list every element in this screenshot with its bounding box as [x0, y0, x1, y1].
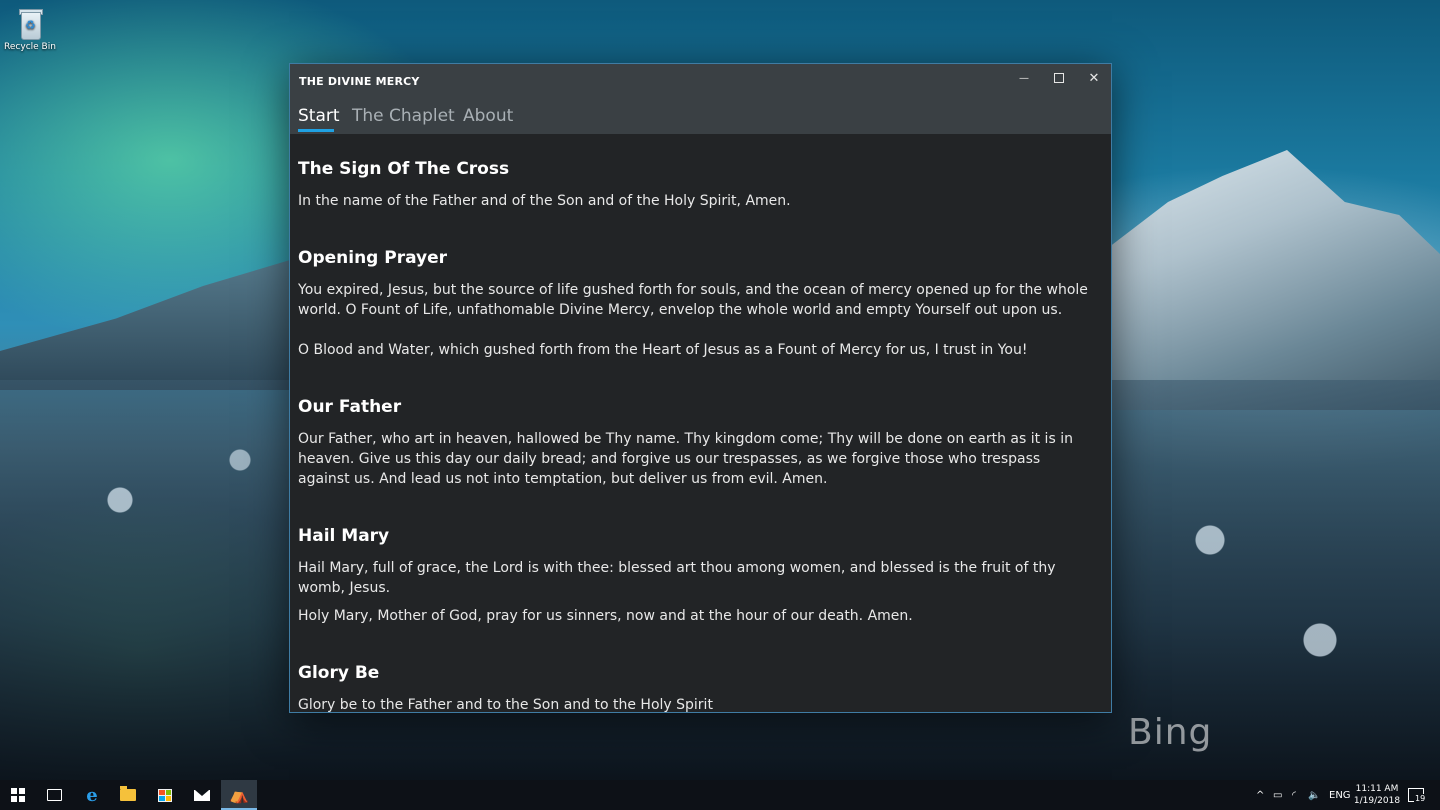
section-heading: Hail Mary	[298, 526, 390, 546]
battery-icon: ▭	[1273, 789, 1283, 801]
section-heading: Our Father	[298, 397, 402, 417]
content-scroll-area[interactable]: The Sign Of The Cross In the name of the…	[290, 134, 1111, 712]
desktop-icon-recycle-bin[interactable]: ♻ Recycle Bin	[4, 6, 56, 52]
start-button[interactable]	[0, 780, 36, 810]
file-explorer-button[interactable]	[110, 780, 146, 810]
wifi-icon: ◜	[1292, 789, 1296, 801]
tray-clock[interactable]: 11:11 AM 1/19/2018	[1352, 783, 1402, 807]
maximize-icon	[1054, 73, 1064, 83]
maximize-button[interactable]	[1042, 64, 1076, 92]
title-bar[interactable]: THE DIVINE MERCY — ✕	[290, 64, 1111, 98]
section-hail-mary: Hail Mary Hail Mary, full of grace, the …	[298, 526, 1088, 626]
divine-mercy-app-button[interactable]: ⛺	[221, 780, 257, 810]
minimize-button[interactable]: —	[1007, 64, 1041, 92]
section-paragraph: Hail Mary, full of grace, the Lord is wi…	[298, 560, 1056, 596]
edge-icon: e	[86, 784, 98, 806]
section-our-father: Our Father Our Father, who art in heaven…	[298, 397, 1088, 489]
section-heading: The Sign Of The Cross	[298, 159, 510, 179]
tray-language[interactable]: ENG	[1329, 780, 1351, 810]
wallpaper-mountain	[1100, 150, 1440, 410]
mail-button[interactable]	[184, 780, 220, 810]
section-heading: Glory Be	[298, 663, 380, 683]
tray-volume[interactable]: 🔈	[1308, 780, 1320, 810]
divine-mercy-app-icon: ⛺	[229, 784, 249, 804]
store-icon	[158, 788, 172, 802]
language-indicator: ENG	[1329, 789, 1351, 801]
app-window: THE DIVINE MERCY — ✕ Start The Chaplet A…	[289, 63, 1112, 713]
wallpaper-left-hill	[0, 260, 290, 390]
tab-bar: Start The Chaplet About	[290, 98, 1111, 134]
recycle-bin-icon: ♻	[15, 6, 45, 40]
tray-network[interactable]: ◜	[1292, 780, 1296, 810]
tray-show-hidden[interactable]: ^	[1256, 780, 1264, 810]
section-paragraph: O Blood and Water, which gushed forth fr…	[298, 342, 1028, 358]
clock-date: 1/19/2018	[1353, 796, 1401, 806]
tab-the-chaplet[interactable]: The Chaplet	[352, 106, 455, 126]
tray-battery[interactable]: ▭	[1273, 780, 1282, 810]
store-button[interactable]	[147, 780, 183, 810]
file-explorer-icon	[120, 786, 136, 801]
notification-count-badge: 19	[1414, 794, 1427, 803]
clock-time: 11:11 AM	[1355, 784, 1399, 794]
mail-icon	[194, 789, 210, 801]
task-view-button[interactable]	[36, 780, 72, 810]
active-tab-indicator	[298, 129, 334, 132]
section-sign-of-the-cross: The Sign Of The Cross In the name of the…	[298, 159, 1088, 211]
section-heading: Opening Prayer	[298, 248, 448, 268]
section-paragraph: Glory be to the Father and to the Son an…	[298, 697, 713, 712]
section-paragraph: Holy Mary, Mother of God, pray for us si…	[298, 608, 913, 624]
section-opening-prayer: Opening Prayer You expired, Jesus, but t…	[298, 248, 1088, 360]
minimize-icon: —	[1019, 72, 1029, 84]
window-title: THE DIVINE MERCY	[299, 75, 420, 88]
section-glory-be: Glory Be Glory be to the Father and to t…	[298, 663, 1088, 712]
bing-watermark: Bing	[1128, 712, 1213, 753]
tab-about[interactable]: About	[463, 106, 513, 126]
chevron-up-icon: ^	[1256, 789, 1265, 801]
task-view-icon	[46, 789, 62, 801]
section-paragraph: In the name of the Father and of the Son…	[298, 193, 791, 209]
edge-button[interactable]: e	[74, 780, 110, 810]
windows-start-icon	[11, 788, 25, 802]
close-icon: ✕	[1088, 70, 1100, 86]
close-button[interactable]: ✕	[1077, 64, 1111, 92]
section-paragraph: You expired, Jesus, but the source of li…	[298, 282, 1088, 318]
desktop-icon-label: Recycle Bin	[4, 42, 56, 52]
section-paragraph: Our Father, who art in heaven, hallowed …	[298, 431, 1073, 487]
taskbar: e ⛺ ^ ▭ ◜ 🔈 ENG 11:11 AM 1/19/2018 19	[0, 780, 1440, 810]
volume-icon: 🔈	[1308, 789, 1321, 801]
tab-start[interactable]: Start	[298, 106, 340, 126]
